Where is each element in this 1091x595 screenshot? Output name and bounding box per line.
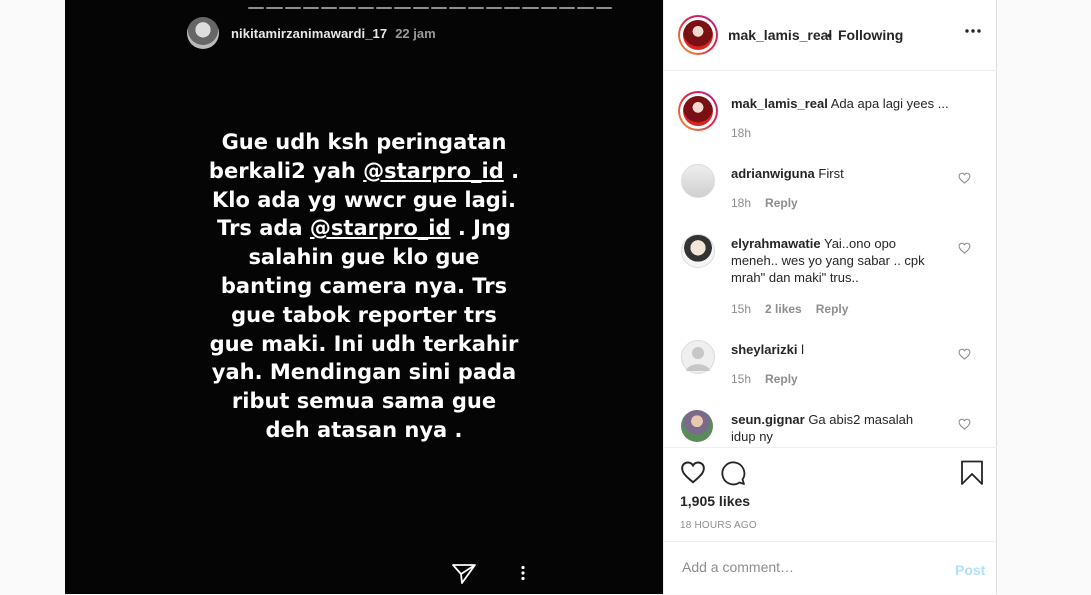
caption-time: 18h (731, 126, 752, 140)
separator-dot: • (827, 27, 832, 43)
post-header: mak_lamis_real • Following (664, 0, 997, 71)
avatar[interactable] (678, 15, 718, 55)
caption-username[interactable]: mak_lamis_real (731, 96, 828, 111)
post-media[interactable]: nikitamirzanimawardi_17 22 jam Gue udh k… (65, 0, 663, 594)
heart-icon[interactable] (680, 460, 706, 484)
story-line: Trs ada @starpro_id . Jng (217, 216, 511, 241)
comment-body: adrianwiguna First (731, 165, 951, 182)
comment-time: 15h (731, 302, 752, 316)
reply-button[interactable]: Reply (765, 196, 798, 210)
send-icon (452, 564, 476, 584)
story-line: Klo ada yg wwcr gue lagi. (212, 187, 516, 212)
story-line: ribut semua sama gue (231, 389, 497, 414)
story-line: yah. Mendingan sini pada (211, 360, 517, 385)
story-line: Gue udh ksh peringatan (221, 130, 507, 154)
comment-meta: 15h Reply (731, 372, 798, 386)
mention-link: @starpro_id (363, 158, 504, 183)
story-text: Gue udh ksh peringatan berkali2 yah @sta… (190, 128, 538, 445)
story-line: deh atasan nya . (265, 417, 463, 442)
post-actions: 1,905 likes 18 HOURS AGO (664, 447, 997, 548)
post-side-panel: mak_lamis_real • Following mak_lamis_rea… (663, 0, 997, 594)
add-comment-bar: Post (664, 541, 997, 595)
likes-count[interactable]: 1,905 likes (680, 493, 750, 509)
comment-meta: 18h Reply (731, 196, 798, 210)
comments-list[interactable]: mak_lamis_real Ada apa lagi yees ... 18h… (664, 71, 997, 447)
avatar[interactable] (681, 164, 715, 198)
avatar[interactable] (681, 410, 713, 442)
story-line: banting camera nya. Trs (220, 273, 508, 298)
bookmark-icon[interactable] (960, 460, 984, 486)
avatar[interactable] (681, 234, 715, 268)
comment-like-icon[interactable] (958, 348, 971, 360)
story-username: nikitamirzanimawardi_17 (231, 25, 388, 41)
post-button[interactable]: Post (955, 562, 985, 578)
caption: mak_lamis_real Ada apa lagi yees ... (731, 95, 981, 112)
comment-text: First (818, 166, 844, 181)
caption-text: Ada apa lagi yees ... (830, 96, 949, 111)
comment-like-icon[interactable] (958, 172, 971, 184)
comment-body: seun.gignar Ga abis2 masalah idup ny (731, 411, 931, 445)
comment-username[interactable]: sheylarizki (731, 342, 798, 357)
comment-input[interactable] (680, 558, 934, 576)
story-header: nikitamirzanimawardi_17 22 jam (187, 17, 436, 49)
comment-body: sheylarizki l (731, 341, 951, 358)
default-avatar-icon (686, 347, 710, 371)
reply-button[interactable]: Reply (765, 372, 798, 386)
caption-meta: 18h (731, 126, 751, 140)
story-line: gue tabok reporter trs (231, 302, 497, 327)
comment-time: 18h (731, 196, 752, 210)
story-line: gue maki. Ini udh terkahir (209, 331, 519, 356)
comment-text: l (801, 342, 805, 357)
post-author-username[interactable]: mak_lamis_real (728, 27, 832, 43)
comment-meta: 15h 2 likes Reply (731, 302, 848, 316)
comment-body: elyrahmawatie Yai..ono opo meneh.. wes y… (731, 235, 941, 286)
comment-username[interactable]: adrianwiguna (731, 166, 815, 181)
avatar[interactable] (681, 340, 715, 374)
comment-time: 15h (731, 372, 752, 386)
comment-like-icon[interactable] (958, 418, 971, 430)
more-vertical-icon (521, 565, 525, 581)
more-horiz-icon[interactable] (965, 28, 981, 34)
comment-username[interactable]: seun.gignar (731, 412, 805, 427)
story-line: berkali2 yah @starpro_id . (208, 158, 520, 183)
comment-like-icon[interactable] (958, 242, 971, 254)
avatar[interactable] (678, 91, 718, 131)
following-button[interactable]: Following (838, 27, 903, 43)
comment-username[interactable]: elyrahmawatie (731, 236, 821, 251)
story-line: salahin gue klo gue (248, 245, 480, 270)
story-time: 22 jam (395, 25, 436, 41)
mention-link: @starpro_id (309, 216, 451, 241)
comment-likes[interactable]: 2 likes (765, 302, 802, 316)
reply-button[interactable]: Reply (816, 302, 849, 316)
story-avatar (187, 17, 219, 49)
post-timestamp: 18 HOURS AGO (680, 520, 757, 531)
comment-icon[interactable] (720, 460, 746, 486)
story-progress-bar (248, 7, 612, 9)
